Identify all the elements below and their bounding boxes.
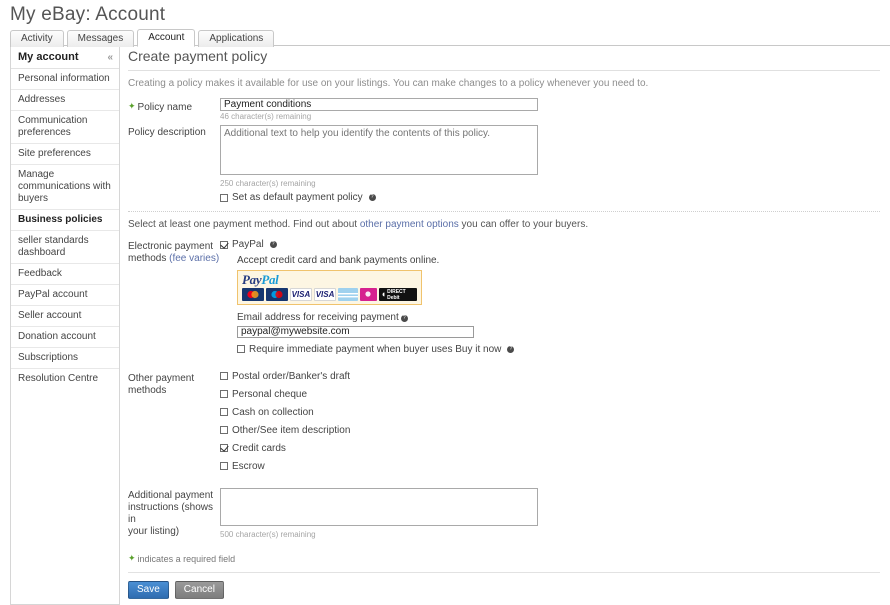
policy-name-counter: 46 character(s) remaining bbox=[220, 112, 312, 121]
sidebar: My account « Personal information Address… bbox=[10, 46, 120, 605]
policy-description-textarea[interactable] bbox=[220, 125, 538, 175]
policy-description-counter: 250 character(s) remaining bbox=[220, 179, 316, 188]
sidebar-item-subscriptions[interactable]: Subscriptions bbox=[11, 348, 119, 369]
other-method-line[interactable]: Credit cards bbox=[220, 443, 880, 454]
help-icon[interactable]: ? bbox=[368, 194, 376, 201]
card-logos: VISA VISA ◖ DIRECT Debit bbox=[242, 288, 418, 301]
paypal-checkbox-line[interactable]: PayPal ? bbox=[220, 239, 880, 250]
electronic-methods-label: Electronic payment methods (fee varies) bbox=[128, 241, 220, 264]
sidebar-header-label: My account bbox=[18, 51, 79, 63]
tab-applications[interactable]: Applications bbox=[198, 30, 275, 47]
tab-bar: Activity Messages Account Applications bbox=[10, 29, 890, 47]
sidebar-item-addresses[interactable]: Addresses bbox=[11, 90, 119, 111]
paypal-label: PayPal bbox=[232, 239, 264, 250]
other-method-checkbox[interactable] bbox=[220, 426, 228, 434]
fee-varies-link[interactable]: (fee varies) bbox=[169, 253, 219, 264]
other-method-line[interactable]: Other/See item description bbox=[220, 425, 880, 436]
other-methods-row: Other payment methods Postal order/Banke… bbox=[128, 371, 880, 472]
sidebar-item-seller-account[interactable]: Seller account bbox=[11, 306, 119, 327]
other-method-line[interactable]: Postal order/Banker's draft bbox=[220, 371, 880, 382]
sidebar-item-communication-preferences[interactable]: Communication preferences bbox=[11, 111, 119, 144]
visa-logo: VISA bbox=[289, 288, 312, 301]
electronic-methods-row: Electronic payment methods (fee varies) … bbox=[128, 239, 880, 355]
required-star-icon: ✦ bbox=[128, 101, 136, 111]
section-divider bbox=[128, 211, 880, 212]
additional-instructions-textarea[interactable] bbox=[220, 487, 538, 526]
immediate-payment-checkbox[interactable] bbox=[237, 345, 245, 353]
other-method-checkbox[interactable] bbox=[220, 390, 228, 398]
default-policy-row: Set as default payment policy ? bbox=[128, 192, 880, 203]
help-icon[interactable]: ? bbox=[400, 315, 408, 322]
other-method-checkbox[interactable] bbox=[220, 444, 228, 452]
mastercard-logo bbox=[242, 288, 264, 301]
other-method-line[interactable]: Cash on collection bbox=[220, 407, 880, 418]
amex-logo bbox=[338, 288, 359, 301]
other-method-label: Personal cheque bbox=[232, 388, 308, 400]
default-policy-checkbox[interactable] bbox=[220, 193, 228, 202]
immediate-payment-label: Require immediate payment when buyer use… bbox=[249, 343, 502, 355]
additional-instructions-counter: 500 character(s) remaining bbox=[220, 529, 316, 539]
sidebar-item-seller-standards-dashboard[interactable]: seller standards dashboard bbox=[11, 231, 119, 264]
policy-name-input[interactable] bbox=[220, 98, 538, 111]
paypal-checkbox[interactable] bbox=[220, 240, 228, 249]
other-method-label: Cash on collection bbox=[232, 406, 314, 418]
required-field-note: ✦ indicates a required field bbox=[128, 552, 236, 564]
other-method-checkbox[interactable] bbox=[220, 408, 228, 416]
other-payment-options-link[interactable]: other payment options bbox=[360, 219, 459, 230]
other-method-label: Postal order/Banker's draft bbox=[232, 370, 351, 382]
direct-debit-logo: ◖ DIRECT Debit bbox=[378, 288, 418, 301]
form-actions: Save Cancel bbox=[128, 580, 880, 605]
page-title: My eBay: Account bbox=[10, 4, 166, 25]
sidebar-header: My account « bbox=[11, 46, 119, 69]
cancel-button[interactable]: Cancel bbox=[174, 580, 224, 599]
sidebar-item-personal-information[interactable]: Personal information bbox=[11, 69, 119, 90]
other-method-label: Escrow bbox=[232, 460, 265, 472]
policy-description-row: Policy description 250 character(s) rema… bbox=[128, 125, 880, 188]
additional-instructions-row: Additional payment instructions (shows i… bbox=[128, 487, 880, 539]
maestro-logo bbox=[265, 288, 288, 301]
help-icon[interactable]: ? bbox=[269, 241, 277, 248]
other-methods-label: Other payment methods bbox=[128, 372, 195, 396]
paypal-email-input[interactable] bbox=[237, 325, 474, 338]
sidebar-item-site-preferences[interactable]: Site preferences bbox=[11, 144, 119, 165]
default-policy-label: Set as default payment policy bbox=[232, 192, 363, 203]
required-star-icon: ✦ bbox=[128, 552, 136, 563]
other-method-line[interactable]: Escrow bbox=[220, 461, 880, 472]
collapse-sidebar-icon[interactable]: « bbox=[107, 52, 113, 63]
tab-account[interactable]: Account bbox=[137, 29, 196, 47]
help-icon[interactable]: ? bbox=[507, 345, 515, 353]
other-method-checkbox[interactable] bbox=[220, 372, 228, 380]
policy-name-row: ✦Policy name 46 character(s) remaining bbox=[128, 98, 880, 121]
select-method-note: Select at least one payment method. Find… bbox=[128, 219, 589, 230]
sidebar-item-donation-account[interactable]: Donation account bbox=[11, 327, 119, 348]
sidebar-item-resolution-centre[interactable]: Resolution Centre bbox=[11, 369, 119, 389]
tab-messages[interactable]: Messages bbox=[66, 30, 135, 47]
sidebar-item-manage-communications-with-buyers[interactable]: Manage communications with buyers bbox=[11, 165, 119, 210]
footer-divider bbox=[128, 571, 880, 573]
other-method-line[interactable]: Personal cheque bbox=[220, 389, 880, 400]
paypal-accepted-cards-banner: PayPal VISA VISA ◖ DIRECT Debit bbox=[237, 270, 422, 305]
sidebar-item-feedback[interactable]: Feedback bbox=[11, 264, 119, 285]
other-method-checkbox[interactable] bbox=[220, 462, 228, 470]
policy-name-label: ✦ Policy name bbox=[128, 101, 193, 113]
visa-electron-logo: VISA bbox=[313, 288, 337, 301]
main-content: Create payment policy Creating a policy … bbox=[120, 46, 890, 605]
form-intro: Creating a policy makes it available for… bbox=[128, 78, 649, 89]
immediate-payment-checkbox-line[interactable]: Require immediate payment when buyer use… bbox=[237, 344, 880, 355]
policy-description-label: Policy description bbox=[128, 127, 206, 138]
paypal-accept-text: Accept credit card and bank payments onl… bbox=[237, 255, 440, 266]
default-policy-checkbox-line[interactable]: Set as default payment policy ? bbox=[220, 192, 880, 203]
paypal-email-label: Email address for receiving payment? bbox=[237, 312, 880, 323]
save-button[interactable]: Save bbox=[128, 580, 169, 599]
other-method-label: Other/See item description bbox=[232, 424, 351, 436]
sidebar-item-business-policies[interactable]: Business policies bbox=[11, 210, 119, 231]
paypal-logo: PayPal bbox=[242, 272, 279, 287]
form-title: Create payment policy bbox=[128, 46, 880, 71]
discover-logo bbox=[360, 288, 377, 301]
additional-instructions-label: Additional payment instructions (shows i… bbox=[128, 489, 214, 537]
sidebar-item-paypal-account[interactable]: PayPal account bbox=[11, 285, 119, 306]
other-method-label: Credit cards bbox=[232, 442, 286, 454]
tab-activity[interactable]: Activity bbox=[10, 30, 64, 47]
